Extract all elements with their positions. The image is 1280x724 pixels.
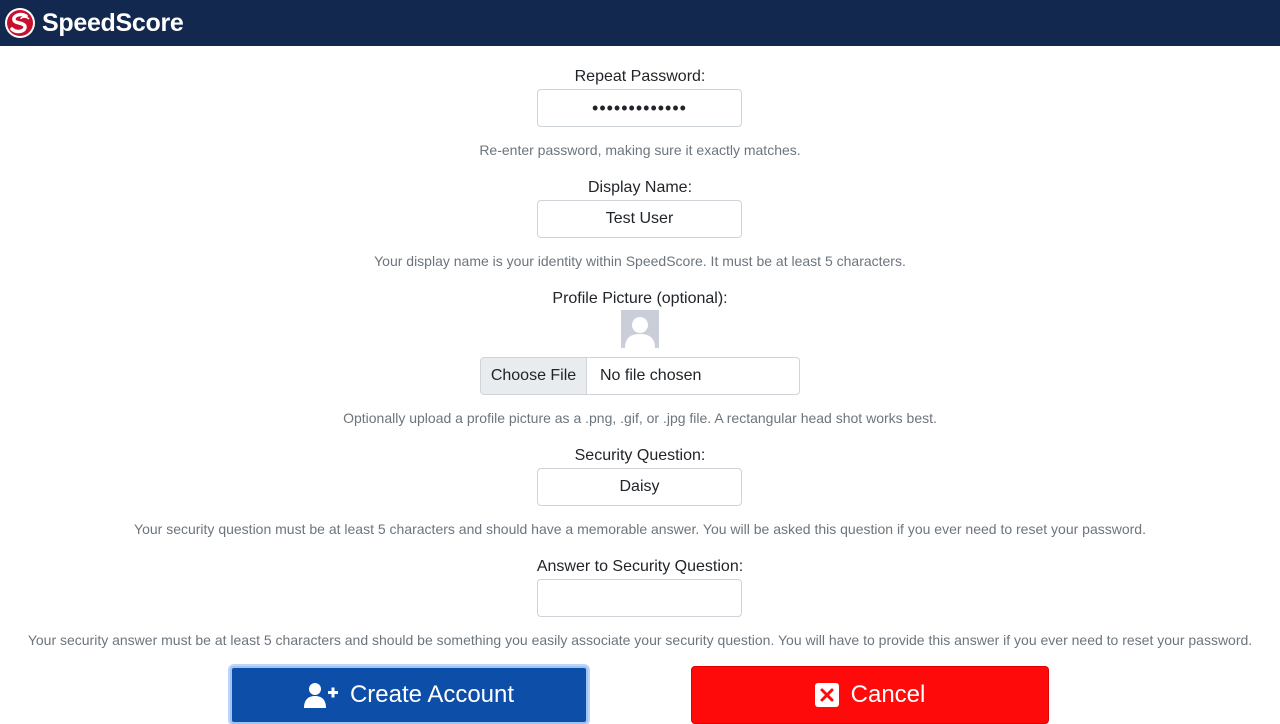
display-name-help: Your display name is your identity withi… xyxy=(374,253,906,269)
brand-name: SpeedScore xyxy=(42,8,184,37)
security-question-help: Your security question must be at least … xyxy=(134,521,1146,537)
default-avatar-icon xyxy=(621,310,659,348)
security-question-label: Security Question: xyxy=(574,447,706,464)
cancel-button[interactable]: Cancel xyxy=(691,666,1049,724)
cutoff-help-text xyxy=(0,46,1280,52)
choose-file-button[interactable]: Choose File xyxy=(481,358,587,394)
display-name-input[interactable] xyxy=(537,200,742,238)
speedscore-logo-icon xyxy=(4,7,36,39)
cancel-label: Cancel xyxy=(850,681,926,708)
repeat-password-help: Re-enter password, making sure it exactl… xyxy=(479,142,801,158)
profile-picture-label: Profile Picture (optional): xyxy=(552,290,728,307)
close-square-icon xyxy=(814,683,839,707)
profile-picture-file-input[interactable]: Choose File No file chosen xyxy=(480,357,800,395)
repeat-password-label: Repeat Password: xyxy=(574,68,706,85)
security-answer-label: Answer to Security Question: xyxy=(536,558,744,575)
top-navbar: SpeedScore xyxy=(0,0,1280,46)
create-account-button[interactable]: Create Account xyxy=(230,666,588,724)
user-plus-icon xyxy=(303,682,338,708)
file-status-text: No file chosen xyxy=(600,367,702,384)
security-answer-input[interactable] xyxy=(537,579,742,617)
security-answer-help: Your security answer must be at least 5 … xyxy=(27,632,1253,648)
brand-link[interactable]: SpeedScore xyxy=(4,7,184,39)
profile-picture-help: Optionally upload a profile picture as a… xyxy=(343,410,937,426)
display-name-label: Display Name: xyxy=(587,179,693,196)
security-question-input[interactable] xyxy=(537,468,742,506)
create-account-label: Create Account xyxy=(349,681,515,708)
repeat-password-input[interactable] xyxy=(537,89,742,127)
